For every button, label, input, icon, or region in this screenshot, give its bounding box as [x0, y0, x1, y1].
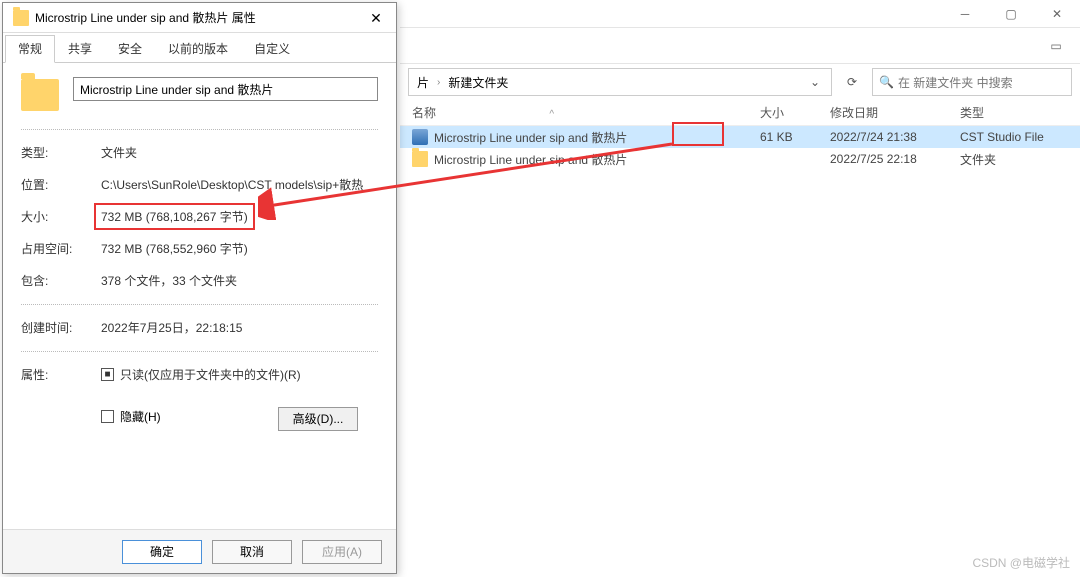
address-row: 片 › 新建文件夹 ⌄ ⟳ 🔍 在 新建文件夹 中搜索: [400, 64, 1080, 100]
address-dropdown-icon[interactable]: ⌄: [803, 75, 827, 89]
dialog-body: 类型: 文件夹 位置: C:\Users\SunRole\Desktop\CST…: [3, 63, 396, 529]
size-value: 732 MB (768,108,267 字节): [101, 208, 378, 225]
size-label: 大小:: [21, 208, 101, 225]
maximize-button[interactable]: ▢: [988, 0, 1034, 28]
close-button[interactable]: ✕: [1034, 0, 1080, 28]
file-size: 61 KB: [760, 130, 830, 144]
folder-icon: [21, 79, 59, 111]
refresh-icon[interactable]: ⟳: [840, 75, 864, 89]
contains-label: 包含:: [21, 272, 101, 289]
properties-dialog: Microstrip Line under sip and 散热片 属性 ✕ 常…: [2, 2, 397, 574]
location-value: C:\Users\SunRole\Desktop\CST models\sip+…: [101, 176, 378, 193]
explorer-titlebar: ─ ▢ ✕: [400, 0, 1080, 28]
search-icon: 🔍: [879, 75, 894, 89]
tab-sharing[interactable]: 共享: [55, 35, 105, 62]
created-label: 创建时间:: [21, 319, 101, 336]
breadcrumb-prefix[interactable]: 片: [413, 74, 433, 91]
annotation-highlight-size: [672, 122, 724, 146]
column-header-row: 名称 ^ 大小 修改日期 类型: [400, 100, 1080, 126]
size-on-disk-label: 占用空间:: [21, 240, 101, 257]
dialog-title: Microstrip Line under sip and 散热片 属性: [35, 9, 356, 26]
dialog-button-row: 确定 取消 应用(A): [3, 529, 396, 573]
file-row[interactable]: Microstrip Line under sip and 散热片 61 KB …: [400, 126, 1080, 148]
cancel-button[interactable]: 取消: [212, 540, 292, 564]
close-button[interactable]: ✕: [356, 3, 396, 33]
folder-icon: [13, 10, 29, 26]
column-date[interactable]: 修改日期: [830, 104, 960, 121]
column-type[interactable]: 类型: [960, 104, 1080, 121]
folder-name-input[interactable]: [73, 77, 378, 101]
ok-button[interactable]: 确定: [122, 540, 202, 564]
readonly-checkbox[interactable]: ■: [101, 368, 114, 381]
tab-customize[interactable]: 自定义: [241, 35, 303, 62]
hidden-label: 隐藏(H): [120, 408, 161, 425]
cst-file-icon: [412, 129, 428, 145]
tab-prev-versions[interactable]: 以前的版本: [155, 35, 241, 62]
file-date: 2022/7/24 21:38: [830, 130, 960, 144]
file-row[interactable]: Microstrip Line under sip and 散热片 2022/7…: [400, 148, 1080, 170]
explorer-window: ─ ▢ ✕ ▭ 片 › 新建文件夹 ⌄ ⟳ 🔍 在 新建文件夹 中搜索 名称 ^…: [400, 0, 1080, 577]
chevron-right-icon: ›: [437, 77, 440, 88]
tab-general[interactable]: 常规: [5, 35, 55, 63]
sort-ascending-icon: ^: [549, 109, 554, 120]
breadcrumb-folder[interactable]: 新建文件夹: [444, 74, 512, 91]
created-value: 2022年7月25日，22:18:15: [101, 319, 378, 336]
readonly-label: 只读(仅应用于文件夹中的文件)(R): [120, 366, 301, 383]
column-size[interactable]: 大小: [760, 104, 830, 121]
details-icon[interactable]: ▭: [1040, 30, 1072, 62]
annotation-highlight-size-value: 732 MB (768,108,267 字节): [94, 203, 255, 230]
file-name: Microstrip Line under sip and 散热片: [434, 151, 760, 168]
type-label: 类型:: [21, 144, 101, 161]
apply-button[interactable]: 应用(A): [302, 540, 382, 564]
attributes-label: 属性:: [21, 366, 101, 393]
location-label: 位置:: [21, 176, 101, 193]
file-date: 2022/7/25 22:18: [830, 152, 960, 166]
watermark: CSDN @电磁学社: [972, 554, 1070, 571]
size-on-disk-value: 732 MB (768,552,960 字节): [101, 240, 378, 257]
breadcrumb[interactable]: 片 › 新建文件夹 ⌄: [408, 68, 832, 96]
advanced-button[interactable]: 高级(D)...: [278, 407, 358, 431]
file-type: 文件夹: [960, 151, 1080, 168]
type-value: 文件夹: [101, 144, 378, 161]
minimize-button[interactable]: ─: [942, 0, 988, 28]
search-input[interactable]: 🔍 在 新建文件夹 中搜索: [872, 68, 1072, 96]
dialog-titlebar: Microstrip Line under sip and 散热片 属性 ✕: [3, 3, 396, 33]
file-type: CST Studio File: [960, 130, 1080, 144]
tab-security[interactable]: 安全: [105, 35, 155, 62]
explorer-toolbar: ▭: [400, 28, 1080, 64]
folder-icon: [412, 151, 428, 167]
search-placeholder: 在 新建文件夹 中搜索: [898, 74, 1013, 91]
contains-value: 378 个文件，33 个文件夹: [101, 272, 378, 289]
column-name[interactable]: 名称 ^: [412, 104, 760, 121]
hidden-checkbox[interactable]: [101, 410, 114, 423]
tab-strip: 常规 共享 安全 以前的版本 自定义: [3, 33, 396, 63]
